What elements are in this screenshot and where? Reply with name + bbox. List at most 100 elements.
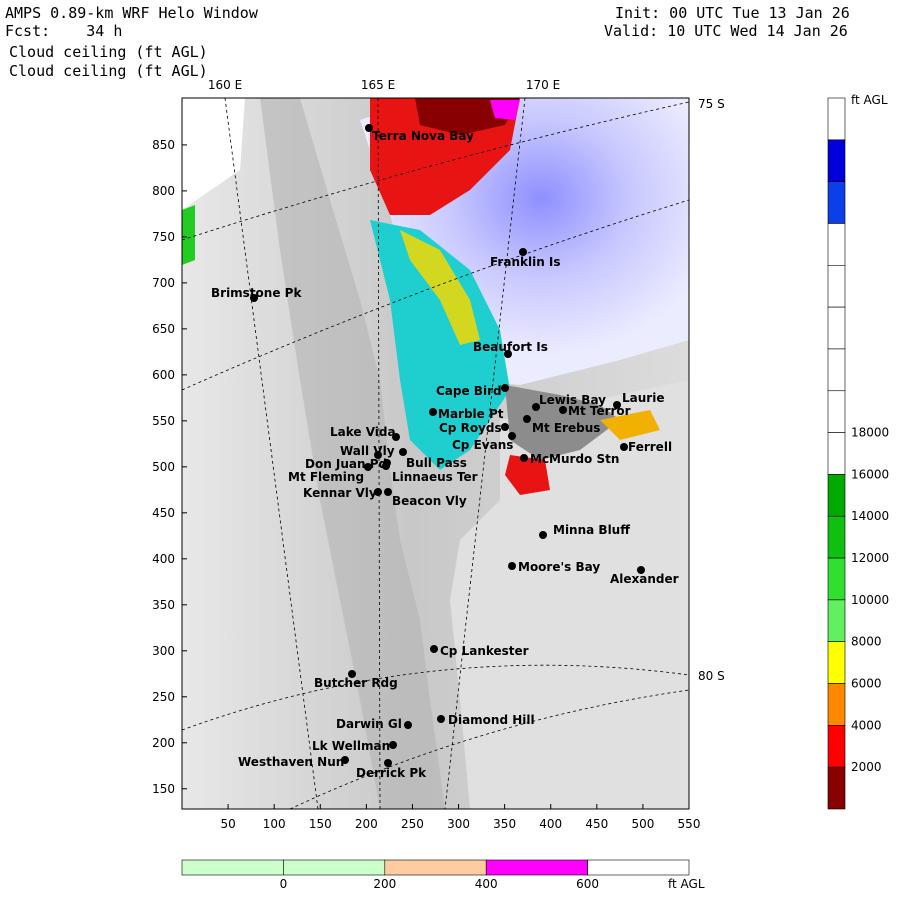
x-tick-label: 100 bbox=[263, 817, 286, 831]
place-label: Lk Wellman bbox=[312, 739, 390, 753]
place-label: Terra Nova Bay bbox=[372, 129, 474, 143]
x-tick-label: 500 bbox=[631, 817, 654, 831]
place-label: Derrick Pk bbox=[356, 766, 427, 780]
legend-tick-label: 400 bbox=[475, 877, 498, 891]
bottom-legend: 0 200 400 600 ft AGL bbox=[181, 859, 705, 891]
y-tick-label: 400 bbox=[152, 552, 175, 566]
legend-tick-label: 600 bbox=[576, 877, 599, 891]
colorbar-segment bbox=[827, 432, 846, 475]
place-label: Diamond Hill bbox=[448, 713, 535, 727]
legend-segment bbox=[485, 859, 588, 876]
place-label: Beacon Vly bbox=[392, 494, 467, 508]
legend-tick-label: 200 bbox=[373, 877, 396, 891]
longitude-label: 170 E bbox=[526, 78, 560, 92]
place-marker bbox=[501, 423, 509, 431]
colorbar-segment bbox=[827, 306, 846, 350]
colorbar-tick-label: 18000 bbox=[851, 426, 889, 440]
colorbar-tick-label: 14000 bbox=[851, 509, 889, 523]
place-label: Cp Royds bbox=[439, 421, 502, 435]
y-tick-label: 350 bbox=[152, 598, 175, 612]
place-marker bbox=[437, 715, 445, 723]
place-marker bbox=[520, 454, 528, 462]
colorbar-unit: ft AGL bbox=[851, 93, 888, 107]
legend-tick-label: 0 bbox=[280, 877, 288, 891]
y-tick-label: 600 bbox=[152, 368, 175, 382]
colorbar-tick-label: 6000 bbox=[851, 677, 882, 691]
x-tick-label: 400 bbox=[539, 817, 562, 831]
place-marker bbox=[384, 488, 392, 496]
place-marker bbox=[383, 459, 391, 467]
place-label: Cape Bird bbox=[436, 384, 502, 398]
place-marker bbox=[430, 645, 438, 653]
y-tick-label: 150 bbox=[152, 782, 175, 796]
place-label: Franklin Is bbox=[490, 255, 561, 269]
latitude-label: 80 S bbox=[698, 669, 725, 683]
colorbar-segment bbox=[827, 515, 846, 559]
legend-segment bbox=[181, 859, 284, 876]
colorbar-tick-label: 8000 bbox=[851, 635, 882, 649]
place-marker bbox=[389, 741, 397, 749]
legend-segment bbox=[384, 859, 487, 876]
green-patch bbox=[182, 205, 195, 265]
legend-unit: ft AGL bbox=[668, 877, 705, 891]
place-label: Brimstone Pk bbox=[211, 286, 302, 300]
colorbar-segment bbox=[827, 223, 846, 266]
y-tick-label: 700 bbox=[152, 276, 175, 290]
place-label: Mt Fleming bbox=[288, 470, 364, 484]
x-tick-label: 350 bbox=[493, 817, 516, 831]
place-marker bbox=[404, 721, 412, 729]
place-label: Wall Vly bbox=[340, 444, 395, 458]
place-label: Mt Erebus bbox=[532, 421, 600, 435]
y-tick-label: 650 bbox=[152, 322, 175, 336]
place-label: Kennar Vly bbox=[303, 486, 377, 500]
x-tick-label: 300 bbox=[447, 817, 470, 831]
place-marker bbox=[501, 384, 509, 392]
place-label: Minna Bluff bbox=[553, 523, 630, 537]
x-tick-label: 550 bbox=[678, 817, 701, 831]
longitude-label: 165 E bbox=[361, 78, 395, 92]
map-figure: 50 100 150 200 250 300 350 400 450 500 550 850 800 75… bbox=[152, 78, 889, 891]
longitude-label: 160 E bbox=[208, 78, 242, 92]
y-tick-label: 450 bbox=[152, 506, 175, 520]
colorbar-tick-label: 10000 bbox=[851, 593, 889, 607]
colorbar: ft AGL 18000 16000 14000 12000 10000 8000 6000 4… bbox=[827, 93, 889, 810]
y-tick-label: 800 bbox=[152, 184, 175, 198]
place-marker bbox=[620, 443, 628, 451]
place-marker bbox=[539, 531, 547, 539]
colorbar-segment bbox=[827, 474, 846, 517]
place-label: Cp Lankester bbox=[440, 644, 529, 658]
place-marker bbox=[559, 406, 567, 414]
place-label: Darwin Gl bbox=[336, 717, 402, 731]
y-tick-label: 500 bbox=[152, 460, 175, 474]
place-marker bbox=[523, 415, 531, 423]
colorbar-segment bbox=[827, 683, 846, 726]
colorbar-tick-label: 4000 bbox=[851, 718, 882, 732]
x-tick-label: 150 bbox=[309, 817, 332, 831]
place-marker bbox=[429, 408, 437, 416]
place-label: Laurie bbox=[622, 391, 664, 405]
colorbar-segment bbox=[827, 348, 846, 392]
latitude-label: 75 S bbox=[698, 97, 725, 111]
colorbar-tick-label: 2000 bbox=[851, 760, 882, 774]
colorbar-segment bbox=[827, 139, 846, 182]
y-tick-label: 850 bbox=[152, 138, 175, 152]
x-tick-label: 450 bbox=[585, 817, 608, 831]
colorbar-tick-label: 16000 bbox=[851, 467, 889, 481]
colorbar-tick-label: 12000 bbox=[851, 551, 889, 565]
place-label: Bull Pass bbox=[406, 456, 467, 470]
colorbar-segment bbox=[827, 557, 846, 601]
legend-segment bbox=[587, 859, 690, 876]
colorbar-segment bbox=[827, 390, 846, 433]
place-label: Westhaven Nun bbox=[238, 755, 344, 769]
x-tick-label: 200 bbox=[355, 817, 378, 831]
colorbar-segment bbox=[827, 264, 846, 308]
place-label: Beaufort Is bbox=[473, 340, 548, 354]
place-label: Mt Terror bbox=[568, 404, 631, 418]
place-marker bbox=[399, 448, 407, 456]
place-label: Cp Evans bbox=[452, 438, 513, 452]
place-label: Butcher Rdg bbox=[314, 676, 398, 690]
place-label: Ferrell bbox=[628, 440, 672, 454]
y-tick-label: 200 bbox=[152, 736, 175, 750]
x-tick-label: 250 bbox=[401, 817, 424, 831]
colorbar-segment bbox=[827, 599, 846, 643]
